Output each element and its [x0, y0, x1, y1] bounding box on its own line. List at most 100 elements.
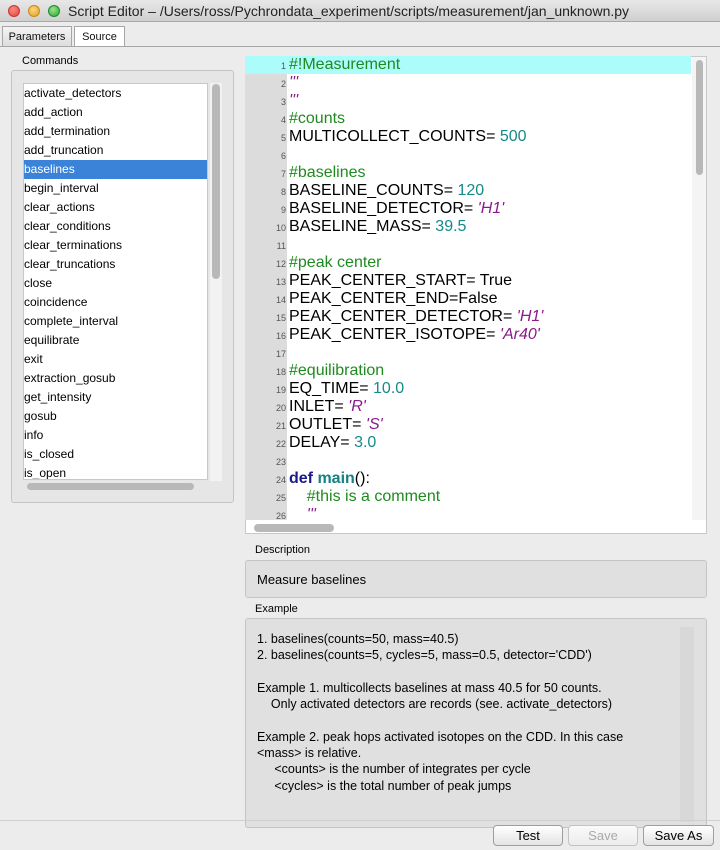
code-token: main: [317, 470, 355, 487]
command-item[interactable]: close: [24, 274, 207, 293]
command-item[interactable]: extraction_gosub: [24, 369, 207, 388]
code-token: BASELINE_COUNTS=: [289, 182, 458, 199]
close-window-icon[interactable]: [8, 5, 20, 17]
code-text: EQ_TIME= 10.0: [289, 380, 404, 398]
command-item[interactable]: coincidence: [24, 293, 207, 312]
code-line[interactable]: 16 PEAK_CENTER_ISOTOPE= 'Ar40': [245, 326, 691, 344]
code-token: BASELINE_MASS=: [289, 218, 436, 235]
command-item[interactable]: begin_interval: [24, 179, 207, 198]
code-token: PEAK_CENTER_START= True: [289, 272, 513, 289]
code-line[interactable]: 8 BASELINE_COUNTS= 120: [245, 182, 691, 200]
command-item[interactable]: info: [24, 426, 207, 445]
command-item[interactable]: add_truncation: [24, 141, 207, 160]
code-line[interactable]: 5 MULTICOLLECT_COUNTS= 500: [245, 128, 691, 146]
code-line[interactable]: 9 BASELINE_DETECTOR= 'H1': [245, 200, 691, 218]
code-line[interactable]: 1 #!Measurement: [245, 56, 691, 74]
command-item[interactable]: equilibrate: [24, 331, 207, 350]
line-number: 20: [275, 403, 286, 413]
example-scrollbar-track[interactable]: [680, 627, 694, 822]
line-number: 9: [280, 205, 286, 215]
tab-parameters[interactable]: Parameters: [2, 26, 72, 47]
commands-vertical-scrollbar[interactable]: [212, 84, 220, 279]
code-token: ''': [289, 92, 299, 109]
code-token: PEAK_CENTER_ISOTOPE=: [289, 326, 500, 343]
line-number: 21: [275, 421, 286, 431]
save-as-button[interactable]: Save As: [643, 825, 714, 846]
command-item[interactable]: get_intensity: [24, 388, 207, 407]
code-line[interactable]: 11: [245, 236, 691, 254]
code-line[interactable]: 12 #peak center: [245, 254, 691, 272]
code-line[interactable]: 7 #baselines: [245, 164, 691, 182]
editor-vertical-scrollbar[interactable]: [696, 60, 703, 175]
code-line[interactable]: 17: [245, 344, 691, 362]
code-token: 'Ar40': [499, 326, 540, 343]
code-text: PEAK_CENTER_DETECTOR= 'H1': [289, 308, 543, 326]
example-text: 1. baselines(counts=50, mass=40.5) 2. ba…: [257, 632, 624, 793]
code-line[interactable]: 4 #counts: [245, 110, 691, 128]
test-button[interactable]: Test: [493, 825, 563, 846]
code-line[interactable]: 26 ''': [245, 506, 691, 524]
code-token: EQ_TIME=: [289, 380, 374, 397]
code-line[interactable]: 23: [245, 452, 691, 470]
code-line[interactable]: 20 INLET= 'R': [245, 398, 691, 416]
tab-divider: [0, 46, 720, 47]
title-bar: Script Editor – /Users/ross/Pychrondata_…: [0, 0, 720, 22]
code-token: 120: [457, 182, 485, 199]
code-line[interactable]: 3 ''': [245, 92, 691, 110]
code-token: DELAY=: [289, 434, 355, 451]
save-button[interactable]: Save: [568, 825, 638, 846]
command-item[interactable]: activate_detectors: [24, 84, 207, 103]
command-item[interactable]: add_termination: [24, 122, 207, 141]
tab-source[interactable]: Source: [74, 26, 125, 47]
code-token: #counts: [289, 110, 346, 127]
code-token: #baselines: [289, 164, 366, 181]
code-line[interactable]: 14 PEAK_CENTER_END=False: [245, 290, 691, 308]
code-line[interactable]: 13 PEAK_CENTER_START= True: [245, 272, 691, 290]
code-token: def: [289, 470, 318, 487]
code-line[interactable]: 2 ''': [245, 74, 691, 92]
line-number: 26: [275, 511, 286, 521]
command-item[interactable]: exit: [24, 350, 207, 369]
commands-horizontal-scrollbar[interactable]: [27, 483, 194, 490]
code-line[interactable]: 18 #equilibration: [245, 362, 691, 380]
commands-list[interactable]: activate_detectors add_action add_terminat…: [23, 83, 208, 480]
command-item[interactable]: clear_terminations: [24, 236, 207, 255]
code-line[interactable]: 6: [245, 146, 691, 164]
line-number: 19: [275, 385, 286, 395]
code-token: #this is a comment: [306, 488, 441, 505]
code-line[interactable]: 21 OUTLET= 'S': [245, 416, 691, 434]
command-item[interactable]: clear_conditions: [24, 217, 207, 236]
commands-label: Commands: [22, 55, 79, 67]
code-line[interactable]: 15 PEAK_CENTER_DETECTOR= 'H1': [245, 308, 691, 326]
minimize-window-icon[interactable]: [28, 5, 40, 17]
line-number: 10: [275, 223, 286, 233]
code-token: ():: [354, 470, 370, 487]
code-text: ''': [289, 74, 298, 92]
code-line[interactable]: 25 #this is a comment: [245, 488, 691, 506]
line-number: 17: [275, 349, 286, 359]
code-token: PEAK_CENTER_END=False: [289, 290, 498, 307]
command-item[interactable]: clear_actions: [24, 198, 207, 217]
command-item[interactable]: baselines: [24, 160, 207, 179]
command-item[interactable]: is_open: [24, 464, 207, 479]
command-item[interactable]: clear_truncations: [24, 255, 207, 274]
code-token: 'R': [348, 398, 366, 415]
editor-horizontal-scrollbar[interactable]: [254, 524, 334, 532]
command-item[interactable]: is_closed: [24, 445, 207, 464]
window-title: Script Editor – /Users/ross/Pychrondata_…: [68, 3, 630, 19]
command-item[interactable]: gosub: [24, 407, 207, 426]
code-line[interactable]: 10 BASELINE_MASS= 39.5: [245, 218, 691, 236]
code-token: 500: [499, 128, 527, 145]
line-number: 4: [280, 115, 286, 125]
command-item[interactable]: complete_interval: [24, 312, 207, 331]
line-number: 5: [280, 133, 286, 143]
zoom-window-icon[interactable]: [48, 5, 60, 17]
code-line[interactable]: 19 EQ_TIME= 10.0: [245, 380, 691, 398]
command-item[interactable]: add_action: [24, 103, 207, 122]
code-text: INLET= 'R': [289, 398, 366, 416]
line-number: 18: [275, 367, 286, 377]
code-line[interactable]: 22 DELAY= 3.0: [245, 434, 691, 452]
code-text: #counts: [289, 110, 345, 128]
code-line[interactable]: 24 def main():: [245, 470, 691, 488]
